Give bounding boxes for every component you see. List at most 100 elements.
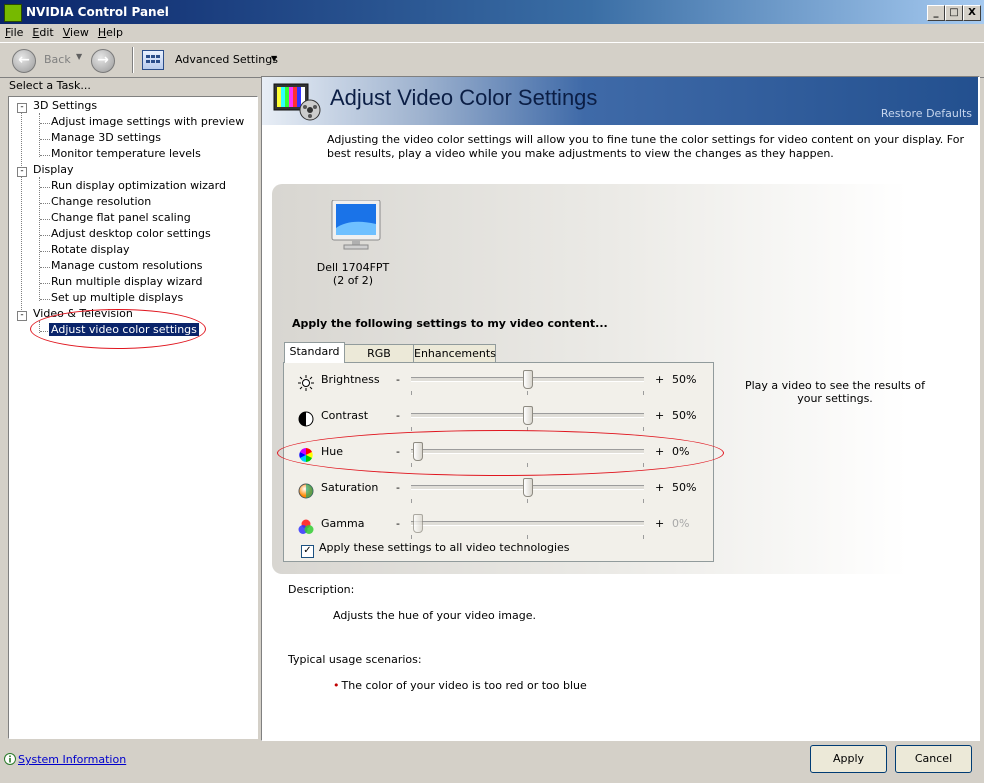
tree-connector [21, 111, 22, 312]
tree-category-video-television[interactable]: Video & Television [33, 307, 133, 320]
menu-file[interactable]: File [0, 24, 27, 39]
close-button[interactable]: X [963, 5, 981, 21]
apply-all-checkbox-row[interactable]: ✓ Apply these settings to all video techn… [301, 541, 570, 558]
monitor-label: Dell 1704FPT (2 of 2) [316, 261, 390, 287]
hue-slider-thumb[interactable] [413, 442, 423, 461]
saturation-plus: + [655, 481, 665, 494]
standard-tab-panel: Brightness - + 50% Contrast - + 50% Hue … [283, 362, 714, 562]
menu-edit[interactable]: Edit [27, 24, 57, 39]
forward-arrow-icon[interactable]: → [91, 49, 115, 73]
brightness-icon [298, 375, 314, 391]
tree-item-run-display-optimization[interactable]: Run display optimization wizard [51, 179, 226, 192]
saturation-slider-track[interactable] [411, 478, 644, 497]
menu-help[interactable]: Help [93, 24, 127, 39]
tab-standard[interactable]: Standard [284, 342, 345, 363]
window-title: NVIDIA Control Panel [26, 5, 169, 19]
tree-item-monitor-temperature[interactable]: Monitor temperature levels [51, 147, 201, 160]
brightness-value: 50% [672, 373, 697, 386]
advanced-settings-button[interactable]: Advanced Settings [175, 53, 278, 66]
description-heading: Description: [288, 583, 355, 596]
toolbar-divider [132, 47, 134, 73]
tree-category-display[interactable]: Display [33, 163, 74, 176]
contrast-value: 50% [672, 409, 697, 422]
description-text: Adjusts the hue of your video image. [333, 609, 537, 622]
contrast-minus: - [396, 409, 400, 422]
saturation-minus: - [396, 481, 400, 494]
page-header: Adjust Video Color Settings Restore Defa… [262, 77, 978, 125]
gamma-slider-thumb[interactable] [413, 514, 423, 533]
tree-item-manage-custom-resolutions[interactable]: Manage custom resolutions [51, 259, 203, 272]
monitor-icon[interactable] [330, 200, 382, 252]
gamma-value: 0% [672, 517, 690, 530]
hue-label: Hue [321, 445, 344, 458]
tree-item-change-resolution[interactable]: Change resolution [51, 195, 151, 208]
tree-category-3d-settings[interactable]: 3D Settings [33, 99, 97, 112]
play-video-note: Play a video to see the results of your … [744, 379, 926, 405]
nvidia-app-icon [4, 4, 22, 22]
tree-item-rotate-display[interactable]: Rotate display [51, 243, 130, 256]
hue-icon [299, 448, 313, 462]
back-button-label[interactable]: Back [44, 53, 71, 66]
apply-settings-heading: Apply the following settings to my video… [292, 317, 608, 330]
brightness-plus: + [655, 373, 665, 386]
tree-item-adjust-desktop-color[interactable]: Adjust desktop color settings [51, 227, 211, 240]
monitor-name: Dell 1704FPT [316, 261, 390, 274]
minimize-button[interactable]: _ [927, 5, 945, 21]
collapse-display-icon[interactable]: - [17, 167, 27, 177]
collapse-video-television-icon[interactable]: - [17, 311, 27, 321]
saturation-value: 50% [672, 481, 697, 494]
brightness-ticks [411, 391, 644, 395]
gamma-slider-track[interactable] [411, 514, 644, 533]
hue-minus: - [396, 445, 400, 458]
tab-enhancements[interactable]: Enhancements [413, 344, 496, 363]
cancel-button[interactable]: Cancel [895, 745, 972, 773]
apply-button[interactable]: Apply [810, 745, 887, 773]
brightness-slider-track[interactable] [411, 370, 644, 389]
gamma-icon [298, 519, 314, 534]
saturation-ticks [411, 499, 644, 503]
contrast-slider-track[interactable] [411, 406, 644, 425]
contrast-ticks [411, 427, 644, 431]
maximize-button[interactable]: □ [945, 5, 963, 21]
brightness-minus: - [396, 373, 400, 386]
menu-bar: File Edit View Help [0, 24, 984, 42]
contrast-slider-thumb[interactable] [522, 406, 533, 425]
back-arrow-icon[interactable]: ← [12, 49, 36, 73]
usage-heading: Typical usage scenarios: [288, 653, 422, 666]
back-dropdown-icon[interactable]: ▼ [76, 52, 82, 61]
brightness-slider-thumb[interactable] [522, 370, 533, 389]
gamma-label: Gamma [321, 517, 365, 530]
gamma-plus: + [655, 517, 665, 530]
usage-item: • The color of your video is too red or t… [333, 679, 587, 692]
bullet-icon: • [333, 679, 340, 692]
hue-slider-track[interactable] [411, 442, 644, 461]
contrast-plus: + [655, 409, 665, 422]
apply-all-label[interactable]: Apply these settings to all video techno… [319, 541, 570, 554]
gamma-ticks [411, 535, 644, 539]
info-icon[interactable] [4, 753, 16, 765]
menu-view[interactable]: View [58, 24, 93, 39]
advanced-settings-icon[interactable] [142, 50, 164, 70]
restore-defaults-link[interactable]: Restore Defaults [881, 107, 972, 120]
hue-ticks [411, 463, 644, 467]
video-settings-icon [273, 83, 321, 121]
system-information-link[interactable]: System Information [18, 753, 126, 766]
apply-all-checkbox[interactable]: ✓ [301, 545, 314, 558]
saturation-label: Saturation [321, 481, 379, 494]
advanced-dropdown-icon[interactable]: ▼ [271, 54, 277, 63]
tab-rgb-gamma[interactable]: RGB Gamma [344, 344, 414, 377]
intro-text: Adjusting the video color settings will … [327, 133, 964, 160]
saturation-icon [298, 483, 314, 499]
slider-row-brightness: Brightness - + 50% [284, 363, 713, 395]
tree-item-set-up-multiple-displays[interactable]: Set up multiple displays [51, 291, 183, 304]
tree-item-run-multiple-display-wizard[interactable]: Run multiple display wizard [51, 275, 202, 288]
saturation-slider-thumb[interactable] [522, 478, 533, 497]
collapse-3d-settings-icon[interactable]: - [17, 103, 27, 113]
usage-item-text: The color of your video is too red or to… [341, 679, 587, 692]
title-bar: NVIDIA Control Panel _ □ X [0, 0, 984, 24]
tree-connector [39, 113, 40, 157]
tree-item-adjust-image-settings[interactable]: Adjust image settings with preview [51, 115, 244, 128]
tree-item-adjust-video-color-settings[interactable]: Adjust video color settings [49, 323, 199, 336]
tree-item-manage-3d-settings[interactable]: Manage 3D settings [51, 131, 161, 144]
tree-item-change-flat-panel-scaling[interactable]: Change flat panel scaling [51, 211, 191, 224]
